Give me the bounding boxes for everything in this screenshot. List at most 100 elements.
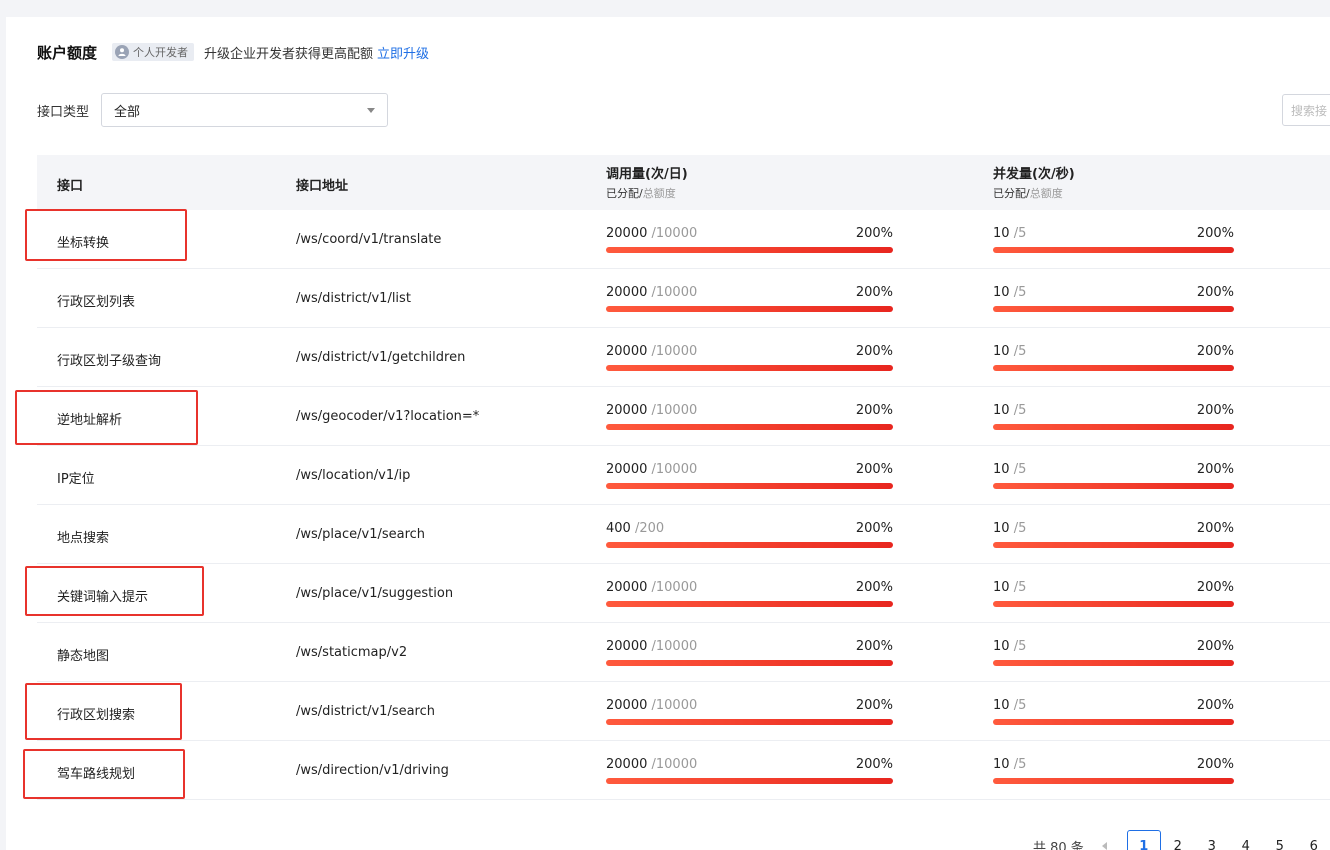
calls-progress-bar bbox=[606, 424, 893, 430]
table-row: 地点搜索/ws/place/v1/search 400 /200 200% 10 /5… bbox=[37, 505, 1330, 564]
conc-progress-bar bbox=[993, 660, 1234, 666]
concurrency-quota: 10 /5 200% bbox=[993, 521, 1234, 548]
annotation-box bbox=[25, 209, 187, 261]
concurrency-quota: 10 /5 200% bbox=[993, 226, 1234, 253]
calls-total: /10000 bbox=[651, 698, 698, 713]
calls-percent: 200% bbox=[855, 757, 893, 772]
calls-progress-bar bbox=[606, 306, 893, 312]
concurrency-quota: 10 /5 200% bbox=[993, 462, 1234, 489]
annotation-box bbox=[25, 566, 204, 616]
table-row: 静态地图/ws/staticmap/v2 20000 /10000 200% 10 /… bbox=[37, 623, 1330, 682]
chevron-down-icon bbox=[367, 107, 376, 113]
calls-percent: 200% bbox=[855, 285, 893, 300]
calls-quota: 20000 /10000 200% bbox=[606, 462, 893, 489]
calls-quota: 20000 /10000 200% bbox=[606, 757, 893, 784]
page-6[interactable]: 6 bbox=[1297, 830, 1330, 850]
conc-sub-total: 总额度 bbox=[1029, 187, 1063, 200]
api-type-selected: 全部 bbox=[114, 104, 141, 120]
quota-table: 接口 接口地址 调用量(次/日) 已分配/总额度 并发量(次/秒) 已分配/总额… bbox=[37, 155, 1330, 800]
conc-total: /5 bbox=[1013, 757, 1027, 772]
calls-allocated: 20000 bbox=[606, 698, 648, 713]
calls-allocated: 20000 bbox=[606, 580, 648, 595]
calls-percent: 200% bbox=[855, 521, 893, 536]
calls-allocated: 20000 bbox=[606, 462, 648, 477]
calls-quota: 20000 /10000 200% bbox=[606, 285, 893, 312]
col-conc-header: 并发量(次/秒) 已分配/总额度 bbox=[993, 163, 1075, 201]
api-type-label: 接口类型 bbox=[37, 104, 90, 120]
table-body: 坐标转换/ws/coord/v1/translate 20000 /10000 20… bbox=[37, 210, 1330, 800]
calls-quota: 400 /200 200% bbox=[606, 521, 893, 548]
quota-card: 账户额度 个人开发者 升级企业开发者获得更高配额 立即升级 接口类型 全部 搜索… bbox=[6, 17, 1330, 850]
calls-percent: 200% bbox=[855, 580, 893, 595]
calls-quota: 20000 /10000 200% bbox=[606, 580, 893, 607]
table-row: 关键词输入提示/ws/place/v1/suggestion 20000 /100… bbox=[37, 564, 1330, 623]
calls-progress-bar bbox=[606, 542, 893, 548]
calls-quota: 20000 /10000 200% bbox=[606, 639, 893, 666]
calls-percent: 200% bbox=[855, 698, 893, 713]
calls-quota: 20000 /10000 200% bbox=[606, 403, 893, 430]
calls-allocated: 20000 bbox=[606, 639, 648, 654]
annotation-box bbox=[25, 683, 182, 740]
api-name: 静态地图 bbox=[57, 649, 110, 664]
page-1[interactable]: 1 bbox=[1126, 830, 1161, 850]
calls-total: /10000 bbox=[651, 639, 698, 654]
calls-allocated: 400 bbox=[606, 521, 631, 536]
calls-percent: 200% bbox=[855, 403, 893, 418]
conc-percent: 200% bbox=[1196, 285, 1234, 300]
conc-allocated: 10 bbox=[993, 580, 1010, 595]
conc-total: /5 bbox=[1013, 403, 1027, 418]
conc-total: /5 bbox=[1013, 639, 1027, 654]
conc-percent: 200% bbox=[1196, 521, 1234, 536]
table-row: 驾车路线规划/ws/direction/v1/driving 20000 /100… bbox=[37, 741, 1330, 800]
page-3[interactable]: 3 bbox=[1195, 830, 1229, 850]
calls-quota: 20000 /10000 200% bbox=[606, 698, 893, 725]
calls-sub-alloc: 已分配/ bbox=[606, 187, 643, 200]
api-name: 行政区划列表 bbox=[57, 295, 136, 310]
table-row: 行政区划子级查询/ws/district/v1/getchildren 20000… bbox=[37, 328, 1330, 387]
calls-title: 调用量(次/日) bbox=[606, 167, 688, 182]
table-row: 坐标转换/ws/coord/v1/translate 20000 /10000 20… bbox=[37, 210, 1330, 269]
upgrade-link[interactable]: 立即升级 bbox=[377, 43, 429, 62]
calls-percent: 200% bbox=[855, 462, 893, 477]
calls-total: /10000 bbox=[651, 344, 698, 359]
conc-allocated: 10 bbox=[993, 462, 1010, 477]
calls-percent: 200% bbox=[855, 639, 893, 654]
calls-progress-bar bbox=[606, 778, 893, 784]
calls-total: /10000 bbox=[651, 757, 698, 772]
concurrency-quota: 10 /5 200% bbox=[993, 580, 1234, 607]
calls-allocated: 20000 bbox=[606, 344, 648, 359]
conc-total: /5 bbox=[1013, 344, 1027, 359]
page-4[interactable]: 4 bbox=[1229, 830, 1263, 850]
calls-progress-bar bbox=[606, 601, 893, 607]
upgrade-text: 升级企业开发者获得更高配额 bbox=[204, 46, 374, 62]
conc-progress-bar bbox=[993, 365, 1234, 371]
conc-percent: 200% bbox=[1196, 462, 1234, 477]
concurrency-quota: 10 /5 200% bbox=[993, 403, 1234, 430]
calls-progress-bar bbox=[606, 365, 893, 371]
conc-percent: 200% bbox=[1196, 344, 1234, 359]
calls-total: /10000 bbox=[651, 285, 698, 300]
calls-progress-bar bbox=[606, 483, 893, 489]
calls-quota: 20000 /10000 200% bbox=[606, 344, 893, 371]
page-2[interactable]: 2 bbox=[1161, 830, 1195, 850]
col-name-header: 接口 bbox=[57, 179, 84, 194]
prev-page-icon[interactable] bbox=[1101, 842, 1107, 850]
calls-allocated: 20000 bbox=[606, 285, 648, 300]
calls-percent: 200% bbox=[855, 226, 893, 241]
concurrency-quota: 10 /5 200% bbox=[993, 285, 1234, 312]
table-row: 行政区划搜索/ws/district/v1/search 20000 /10000… bbox=[37, 682, 1330, 741]
page-5[interactable]: 5 bbox=[1263, 830, 1297, 850]
api-type-select[interactable]: 全部 bbox=[101, 93, 389, 127]
page-title: 账户额度 bbox=[37, 43, 98, 62]
concurrency-quota: 10 /5 200% bbox=[993, 344, 1234, 371]
search-input[interactable]: 搜索接 bbox=[1282, 94, 1330, 126]
conc-total: /5 bbox=[1013, 226, 1027, 241]
user-icon bbox=[115, 45, 130, 59]
total-count: 共 80 条 bbox=[1033, 840, 1084, 850]
table-header: 接口 接口地址 调用量(次/日) 已分配/总额度 并发量(次/秒) 已分配/总额… bbox=[37, 155, 1330, 210]
calls-total: /10000 bbox=[651, 462, 698, 477]
conc-allocated: 10 bbox=[993, 521, 1010, 536]
conc-progress-bar bbox=[993, 247, 1234, 253]
table-row: IP定位/ws/location/v1/ip 20000 /10000 200% 10… bbox=[37, 446, 1330, 505]
api-path: /ws/direction/v1/driving bbox=[296, 763, 449, 778]
